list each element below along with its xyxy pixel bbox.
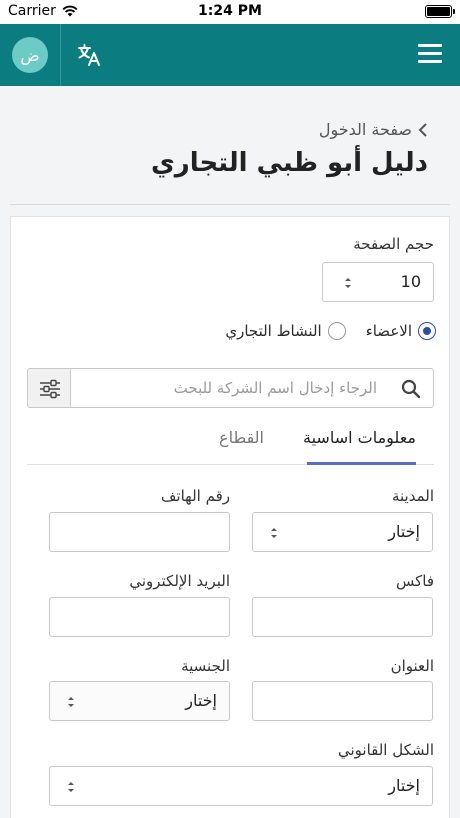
tab-sector[interactable]: القطاع <box>219 428 264 447</box>
sliders-icon <box>40 379 60 399</box>
search-type-radio-group: الاعضاء النشاط التجاري <box>225 322 436 340</box>
email-label: البريد الإلكتروني <box>129 572 230 590</box>
fax-field[interactable] <box>252 597 433 637</box>
nationality-select[interactable]: إختار <box>49 681 230 721</box>
search-icon <box>401 379 421 399</box>
filter-button[interactable] <box>27 368 70 408</box>
avatar[interactable]: ض <box>12 37 48 73</box>
page-size-label: حجم الصفحة <box>353 235 434 253</box>
city-label: المدينة <box>391 487 434 505</box>
address-label: العنوان <box>390 657 434 675</box>
page-size-value: 10 <box>400 272 421 291</box>
header-divider <box>60 24 61 86</box>
legal-form-select[interactable]: إختار <box>49 766 433 806</box>
battery-icon <box>425 5 455 18</box>
phone-field[interactable] <box>49 512 230 552</box>
nationality-value: إختار <box>185 691 217 710</box>
radio-button-checked[interactable] <box>418 322 436 340</box>
legal-form-value: إختار <box>388 776 420 795</box>
menu-icon[interactable] <box>418 44 442 64</box>
sort-arrows-icon <box>345 278 351 288</box>
chevron-left-icon <box>418 122 427 137</box>
radio-members-label: الاعضاء <box>365 322 412 340</box>
breadcrumb-label: صفحة الدخول <box>318 120 412 139</box>
radio-business-activity[interactable]: النشاط التجاري <box>225 322 346 340</box>
sort-arrows-icon <box>68 782 74 792</box>
page-size-select[interactable]: 10 <box>322 262 434 302</box>
status-bar: Carrier 1:24 PM <box>0 0 460 24</box>
app-header: ض <box>0 24 460 86</box>
radio-button[interactable] <box>327 322 346 340</box>
nationality-label: الجنسية <box>181 657 230 675</box>
city-value: إختار <box>388 522 420 541</box>
active-tab-indicator <box>307 462 416 465</box>
translate-icon[interactable] <box>76 42 102 68</box>
legal-form-label: الشكل القانوني <box>337 741 434 759</box>
radio-members[interactable]: الاعضاء <box>366 322 436 340</box>
page-title: دليل أبو ظبي التجاري <box>150 148 428 178</box>
search-input[interactable]: الرجاء إدخال اسم الشركة للبحث <box>70 368 434 408</box>
breadcrumb[interactable]: صفحة الدخول <box>319 120 428 139</box>
fax-label: فاكس <box>395 572 434 590</box>
sort-arrows-icon <box>271 528 277 538</box>
search-placeholder: الرجاء إدخال اسم الشركة للبحث <box>173 379 377 397</box>
phone-label: رقم الهاتف <box>160 487 230 505</box>
radio-business-activity-label: النشاط التجاري <box>225 322 322 340</box>
address-field[interactable] <box>252 681 433 721</box>
divider <box>10 204 450 205</box>
tab-basic-info[interactable]: معلومات اساسية <box>303 428 416 447</box>
sort-arrows-icon <box>68 697 74 707</box>
city-select[interactable]: إختار <box>252 512 433 552</box>
email-field[interactable] <box>49 597 230 637</box>
status-time: 1:24 PM <box>198 3 262 19</box>
